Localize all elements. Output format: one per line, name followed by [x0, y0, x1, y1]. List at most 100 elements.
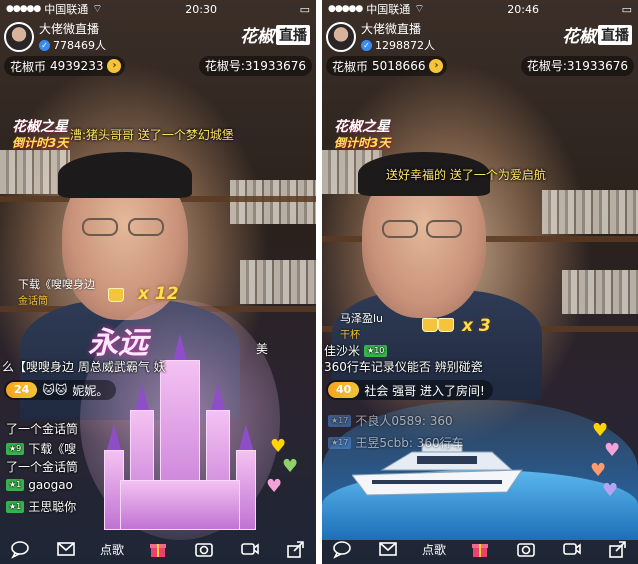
carrier-label: 中国联通: [366, 3, 411, 16]
camera-button[interactable]: [512, 537, 540, 561]
heart-icon: ♥: [282, 456, 299, 477]
chevron-right-icon: ›: [107, 59, 122, 73]
chat-message[interactable]: ★17 王昱5cbb: 360行车: [328, 434, 464, 451]
brand-tag: 直播: [276, 24, 310, 45]
gift-button[interactable]: [144, 537, 172, 561]
host-info[interactable]: 大佬微直播 ✓ 778469人: [4, 20, 106, 53]
chat-text: 王思聪你: [28, 500, 77, 514]
user-level-chip: ★17: [328, 436, 352, 449]
scrolling-message: 么【嗖嗖身边 周总威武霸气 妖: [0, 358, 316, 375]
camera-button[interactable]: [190, 537, 218, 561]
signal-icon: ●●●●●: [6, 4, 41, 14]
mail-icon: [379, 542, 397, 556]
entry-text: 社会 强哥 进入了房间!: [364, 383, 485, 398]
avatar[interactable]: [4, 21, 34, 52]
gift-notice: 马泽盈lu 干杯: [340, 310, 383, 341]
message-button[interactable]: [374, 537, 402, 561]
user-level-chip: ★9: [6, 442, 25, 455]
gift-count: x 3: [462, 316, 491, 336]
clock: 20:46: [507, 2, 539, 16]
chat-message[interactable]: 了一个金话筒: [6, 458, 78, 475]
user-level-chip: ★10: [364, 344, 388, 357]
share-icon: [609, 541, 626, 558]
chat-message[interactable]: 了一个金话筒: [6, 420, 78, 437]
gift-button[interactable]: [466, 537, 494, 561]
entry-text: 妮妮。: [72, 383, 109, 398]
host-hair: [58, 152, 192, 198]
record-button[interactable]: [236, 537, 264, 561]
chat-text: gaogao: [28, 478, 73, 492]
video-icon: [241, 543, 259, 555]
brand-tag: 直播: [598, 24, 632, 45]
scrolling-message: 佳沙米 ★10: [322, 342, 638, 359]
chat-message[interactable]: ★1 gaogao: [6, 478, 73, 492]
heart-icon: ♥: [602, 480, 619, 501]
heart-icon: ♥: [592, 420, 609, 441]
chat-message[interactable]: ★17 不良人0589: 360: [328, 412, 453, 429]
chat-button[interactable]: [328, 537, 356, 561]
live-stream-panel-left: ●●●●● 中国联通 ⌔ 20:30 ▭ 大佬微直播 ✓ 778469人 花椒 …: [0, 0, 316, 564]
heart-icon: ♥: [604, 440, 621, 461]
level-badge: 40: [328, 382, 360, 398]
viewer-count: 778469人: [53, 39, 106, 52]
user-entry-notice: 24 🐱🐱 妮妮。: [4, 380, 117, 400]
message-button[interactable]: [52, 537, 80, 561]
heart-icon: ♥: [590, 460, 607, 481]
gift-banner: 送好幸福的 送了一个为爱启航: [386, 168, 546, 182]
coin-balance[interactable]: 花椒币 5018666 ›: [326, 56, 448, 76]
bookshelf-books: [542, 190, 638, 234]
avatar[interactable]: [326, 21, 356, 52]
gift-sender: 下载《嗖嗖身边: [18, 278, 95, 291]
microphone-gift-icon: [108, 288, 124, 302]
gift-banner: 漕:猪头哥哥 送了一个梦幻城堡: [70, 128, 234, 142]
chat-text: 不良人0589: 360: [355, 414, 453, 428]
gift-sender: 马泽盈lu: [340, 312, 384, 325]
status-bar: ●●●●● 中国联通 ⌔ 20:30 ▭: [0, 0, 316, 18]
camera-icon: [195, 543, 213, 557]
comment-icon: [333, 541, 351, 559]
bookshelf-books: [562, 270, 638, 314]
chat-button[interactable]: [6, 537, 34, 561]
room-id: 花椒号:31933676: [520, 56, 634, 76]
glasses: [382, 220, 418, 238]
brand-logo: 花椒 直播: [240, 22, 310, 47]
wifi-icon: ⌔: [414, 2, 425, 15]
record-button[interactable]: [558, 537, 586, 561]
scrolling-message: 360行车记录仪能否 辨别碰瓷: [322, 358, 638, 375]
bookshelf-books: [240, 260, 316, 304]
coin-label: 花椒币: [332, 59, 369, 74]
song-request-button[interactable]: 点歌: [98, 537, 126, 561]
carrier-label: 中国联通: [44, 3, 89, 16]
event-countdown: 倒计时3天: [334, 136, 391, 150]
coin-value: 4939233: [50, 59, 104, 73]
signal-icon: ●●●●●: [328, 4, 363, 14]
bookshelf-books: [230, 180, 316, 224]
coin-label: 花椒币: [10, 59, 47, 74]
mail-icon: [57, 542, 75, 556]
wifi-icon: ⌔: [92, 2, 103, 15]
verified-icon: ✓: [361, 39, 372, 51]
chat-message[interactable]: ★9 下载《嗖: [6, 440, 76, 457]
scroll-user: 美: [256, 342, 269, 356]
beer-mug-icon: [438, 318, 454, 332]
share-icon: [287, 541, 304, 558]
level-badge: 24: [6, 382, 38, 398]
gift-icon: [472, 544, 488, 557]
share-button[interactable]: [604, 537, 632, 561]
verified-icon: ✓: [39, 39, 50, 51]
castle-text: 永远: [88, 326, 148, 361]
chat-message[interactable]: ★1 王思聪你: [6, 498, 76, 515]
user-level-chip: ★1: [6, 479, 25, 491]
heart-icon: ♥: [270, 436, 287, 457]
user-entry-notice: 40 社会 强哥 进入了房间!: [326, 380, 493, 400]
host-info[interactable]: 大佬微直播 ✓ 1298872人: [326, 20, 435, 53]
heart-icon: ♥: [266, 476, 283, 497]
song-request-button[interactable]: 点歌: [420, 537, 448, 561]
event-title[interactable]: 花椒之星: [334, 116, 390, 136]
coin-balance[interactable]: 花椒币 4939233 ›: [4, 56, 126, 76]
event-title[interactable]: 花椒之星: [12, 116, 68, 136]
gift-notice: 下载《嗖嗖身边 金话筒: [18, 276, 95, 307]
scrolling-text: 么【嗖嗖身边 周总威武霸气 妖: [2, 360, 166, 374]
chat-text: 下载《嗖: [28, 442, 77, 456]
share-button[interactable]: [282, 537, 310, 561]
